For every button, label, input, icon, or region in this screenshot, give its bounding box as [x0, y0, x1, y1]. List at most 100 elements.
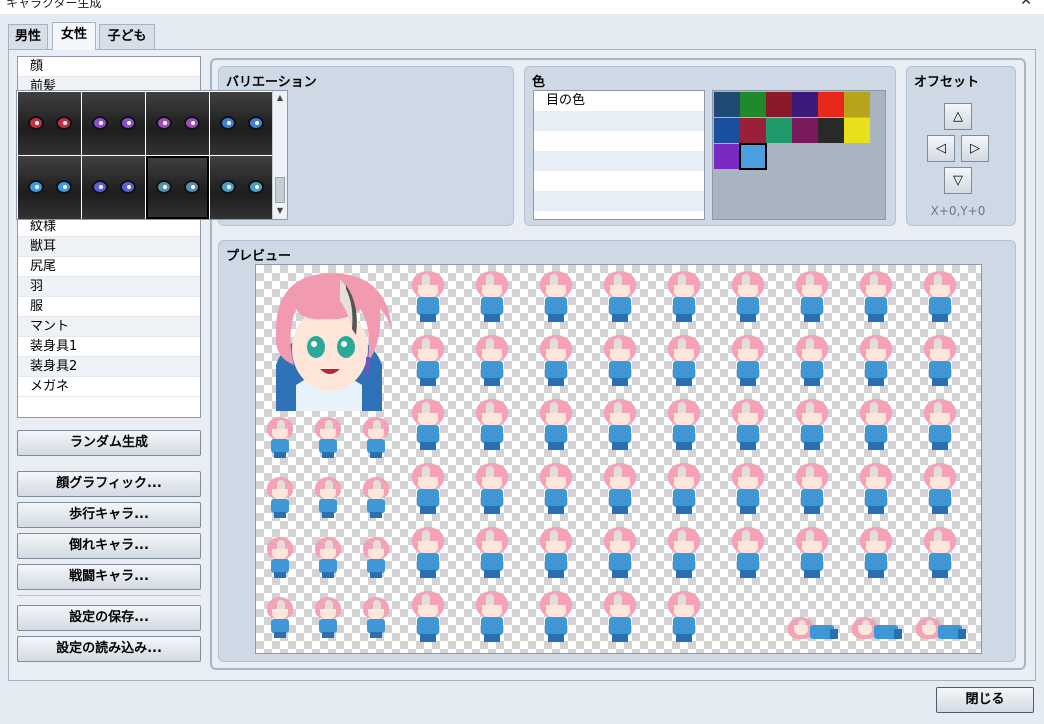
color-target-item[interactable]: [534, 151, 704, 171]
color-swatch[interactable]: [844, 118, 870, 143]
tab-male[interactable]: 男性: [8, 24, 48, 49]
character-sprite: [598, 397, 642, 453]
offset-left-button[interactable]: ◁: [927, 135, 955, 162]
character-sprite: [310, 475, 346, 519]
eye-icon: [120, 116, 136, 130]
character-sprite: [850, 611, 904, 645]
character-sprite: [406, 461, 450, 517]
parts-list-item[interactable]: 服: [18, 297, 200, 317]
character-sprite: [310, 415, 346, 459]
color-swatch[interactable]: [714, 118, 740, 143]
color-swatch[interactable]: [739, 143, 767, 170]
color-swatch[interactable]: [792, 118, 818, 143]
color-target-item[interactable]: [534, 111, 704, 131]
character-sprite: [534, 333, 578, 389]
offset-right-button[interactable]: ▷: [961, 135, 989, 162]
character-sprite: [790, 461, 834, 517]
eye-icon: [184, 180, 200, 194]
color-swatch[interactable]: [714, 92, 740, 117]
character-sprite: [918, 269, 962, 325]
save-settings-button[interactable]: 設定の保存...: [17, 605, 201, 631]
character-sprite: [534, 461, 578, 517]
scroll-down-icon[interactable]: ▼: [273, 204, 287, 218]
walk-character-button[interactable]: 歩行キャラ...: [17, 502, 201, 528]
variation-item[interactable]: [18, 156, 81, 219]
character-sprite: [534, 269, 578, 325]
eye-icon: [28, 116, 44, 130]
preview-canvas: [255, 264, 982, 654]
face-graphic-button[interactable]: 顔グラフィック...: [17, 471, 201, 497]
character-sprite: [790, 333, 834, 389]
variation-item[interactable]: [82, 92, 145, 155]
character-sprite: [854, 397, 898, 453]
color-target-item[interactable]: [534, 131, 704, 151]
variation-item[interactable]: [146, 156, 209, 219]
character-sprite: [790, 525, 834, 581]
character-sprite: [918, 525, 962, 581]
character-sprite: [534, 589, 578, 645]
parts-list-item[interactable]: 紋様: [18, 217, 200, 237]
variation-item[interactable]: [18, 92, 81, 155]
character-generator-window: 男性 女性 子ども 顔前髪後髪耳目眉鼻口紋様獣耳尻尾羽服マント装身具1装身具2メ…: [0, 14, 1044, 724]
parts-list-item[interactable]: マント: [18, 317, 200, 337]
load-settings-button[interactable]: 設定の読み込み...: [17, 636, 201, 662]
button-separator: [17, 595, 201, 596]
close-icon[interactable]: ✕: [1020, 0, 1032, 9]
color-target-item[interactable]: [534, 171, 704, 191]
tab-child[interactable]: 子ども: [99, 24, 155, 49]
color-swatch[interactable]: [844, 92, 870, 117]
parts-list-item[interactable]: 獣耳: [18, 237, 200, 257]
battle-character-button[interactable]: 戦闘キャラ...: [17, 564, 201, 590]
color-swatch[interactable]: [740, 118, 766, 143]
character-sprite: [310, 535, 346, 579]
close-button[interactable]: 閉じる: [936, 687, 1034, 713]
character-sprite: [470, 589, 514, 645]
parts-list-item[interactable]: メガネ: [18, 377, 200, 397]
variation-scrollbar[interactable]: ▲ ▼: [272, 91, 287, 219]
parts-list-item[interactable]: 装身具1: [18, 337, 200, 357]
color-swatch[interactable]: [818, 92, 844, 117]
scroll-thumb[interactable]: [275, 177, 285, 203]
variation-item[interactable]: [210, 92, 273, 155]
character-sprite: [598, 269, 642, 325]
tab-female[interactable]: 女性: [52, 22, 96, 50]
color-target-list[interactable]: 目の色: [533, 90, 705, 220]
character-sprite: [262, 535, 298, 579]
character-sprite: [470, 269, 514, 325]
parts-list-item[interactable]: 尻尾: [18, 257, 200, 277]
character-sprite: [470, 461, 514, 517]
color-target-item[interactable]: 目の色: [534, 91, 704, 111]
color-swatch[interactable]: [766, 92, 792, 117]
eye-icon: [56, 180, 72, 194]
color-swatch[interactable]: [792, 92, 818, 117]
character-sprite: [726, 269, 770, 325]
character-sprite: [662, 333, 706, 389]
offset-up-button[interactable]: △: [944, 103, 972, 130]
offset-title: オフセット: [914, 75, 980, 90]
character-sprite: [854, 525, 898, 581]
random-generate-button[interactable]: ランダム生成: [17, 430, 201, 456]
variation-item[interactable]: [210, 156, 273, 219]
color-swatch[interactable]: [740, 92, 766, 117]
down-character-button[interactable]: 倒れキャラ...: [17, 533, 201, 559]
offset-down-button[interactable]: ▽: [944, 167, 972, 194]
character-sprite: [662, 397, 706, 453]
eye-icon: [92, 180, 108, 194]
variation-item[interactable]: [146, 92, 209, 155]
character-sprite: [662, 525, 706, 581]
variation-item[interactable]: [82, 156, 145, 219]
character-sprite: [598, 461, 642, 517]
parts-list-item[interactable]: 顔: [18, 57, 200, 77]
character-sprite: [406, 525, 450, 581]
color-target-item[interactable]: [534, 191, 704, 211]
color-swatch[interactable]: [818, 118, 844, 143]
variation-grid[interactable]: ▲ ▼: [16, 90, 288, 220]
scroll-up-icon[interactable]: ▲: [273, 91, 287, 105]
character-sprite: [918, 397, 962, 453]
color-palette[interactable]: [712, 90, 886, 220]
parts-list-item[interactable]: 羽: [18, 277, 200, 297]
character-sprite: [918, 461, 962, 517]
color-swatch[interactable]: [714, 144, 740, 169]
color-swatch[interactable]: [766, 118, 792, 143]
parts-list-item[interactable]: 装身具2: [18, 357, 200, 377]
